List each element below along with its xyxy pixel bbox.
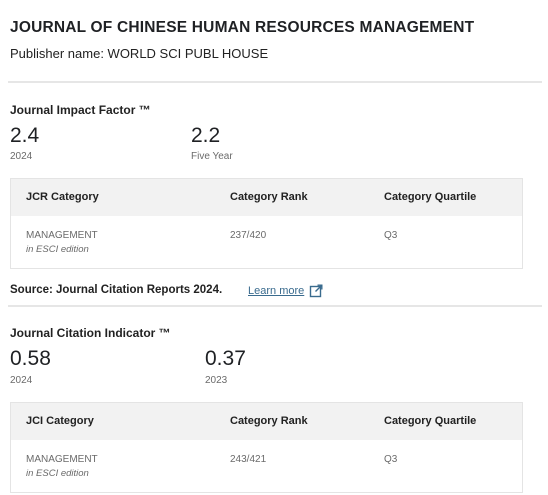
category-rank: 243/421	[230, 454, 267, 465]
section-divider	[8, 305, 542, 307]
publisher-name: Publisher name: WORLD SCI PUBL HOUSE	[10, 46, 269, 61]
category-quartile: Q3	[384, 454, 398, 465]
table-header-row: JCI Category Category Rank Category Quar…	[11, 403, 522, 440]
category-edition: in ESCI edition	[26, 468, 89, 479]
section-divider	[8, 81, 542, 83]
column-header-quartile: Category Quartile	[384, 191, 477, 203]
previous-citation-indicator-value: 0.37	[205, 347, 246, 370]
impact-factor-year: 2024	[10, 151, 33, 162]
impact-factor-heading: Journal Impact Factor ™	[10, 103, 151, 117]
table-header-row: JCR Category Category Rank Category Quar…	[11, 179, 522, 216]
citation-indicator-heading: Journal Citation Indicator ™	[10, 326, 171, 340]
column-header-category: JCI Category	[26, 415, 94, 427]
impact-factor-value: 2.4	[10, 124, 40, 147]
citation-indicator-year: 2024	[10, 375, 33, 386]
external-link-icon[interactable]	[309, 284, 323, 298]
category-name: MANAGEMENT	[26, 230, 98, 241]
jcr-category-table: JCR Category Category Rank Category Quar…	[10, 178, 523, 269]
category-quartile: Q3	[384, 230, 398, 241]
column-header-category: JCR Category	[26, 191, 99, 203]
learn-more-link[interactable]: Learn more	[248, 285, 304, 297]
category-name: MANAGEMENT	[26, 454, 98, 465]
citation-indicator-value: 0.58	[10, 347, 51, 370]
five-year-impact-factor-value: 2.2	[191, 124, 221, 147]
category-rank: 237/420	[230, 230, 267, 241]
jci-category-table: JCI Category Category Rank Category Quar…	[10, 402, 523, 493]
source-text: Source: Journal Citation Reports 2024.	[10, 284, 223, 296]
category-edition: in ESCI edition	[26, 244, 89, 255]
five-year-label: Five Year	[191, 151, 233, 162]
journal-title: JOURNAL OF CHINESE HUMAN RESOURCES MANAG…	[10, 19, 475, 36]
journal-profile-page: JOURNAL OF CHINESE HUMAN RESOURCES MANAG…	[0, 0, 548, 495]
column-header-quartile: Category Quartile	[384, 415, 477, 427]
column-header-rank: Category Rank	[230, 191, 308, 203]
column-header-rank: Category Rank	[230, 415, 308, 427]
previous-citation-indicator-year: 2023	[205, 375, 228, 386]
